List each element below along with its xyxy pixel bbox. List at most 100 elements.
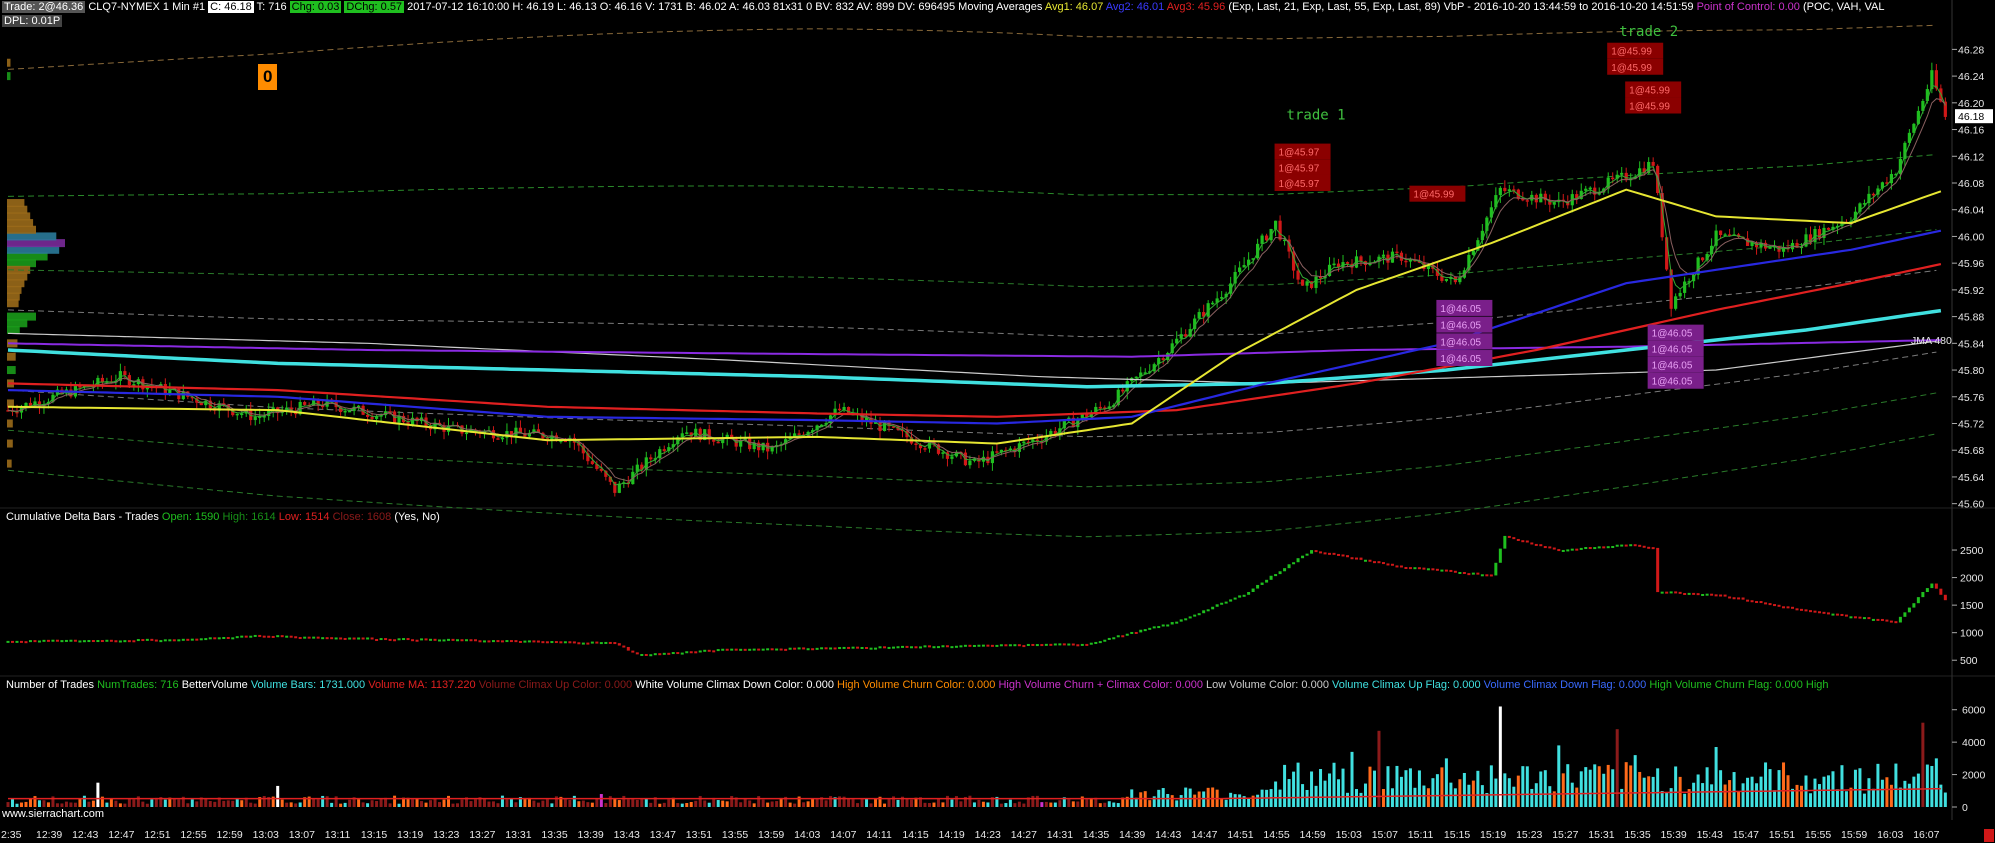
delta-bar-down — [1534, 543, 1538, 546]
delta-tick-label: 2000 — [1960, 573, 1984, 585]
delta-bar-down — [109, 639, 113, 642]
change-box: Chg: 0.03 — [289, 1, 342, 13]
volume-bar — [361, 802, 365, 807]
volume-bar — [163, 799, 167, 807]
candle-up — [1305, 281, 1309, 286]
candle-down — [366, 414, 370, 417]
delta-bar-up — [748, 648, 752, 651]
buy-order-marker: 1@46.05 — [1436, 299, 1493, 316]
delta-bar-down — [1040, 644, 1044, 647]
delta-bar-up — [869, 647, 873, 650]
volume-bar — [222, 800, 226, 807]
volume-bar — [1566, 764, 1570, 807]
delta-bar-down — [1741, 597, 1745, 600]
time-tick-label: 13:07 — [289, 829, 315, 841]
volume-pane[interactable] — [6, 706, 1947, 807]
volume-bar — [1826, 775, 1830, 807]
volume-bar — [847, 798, 851, 807]
volume-bar — [1615, 729, 1619, 807]
delta-bar-down — [1624, 544, 1628, 547]
delta-bar-down — [1017, 644, 1021, 647]
order-text: 1@45.97 — [1279, 179, 1320, 190]
delta-bar-up — [685, 651, 689, 654]
delta-bar-up — [1148, 627, 1152, 630]
volume-bar — [1319, 769, 1323, 807]
symbol-label: CLQ7-NYMEX 1 Min #1 — [88, 1, 206, 13]
delta-bar-down — [478, 640, 482, 643]
delta-bar-down — [1121, 635, 1125, 638]
volume-bar — [213, 801, 217, 807]
candle-up — [500, 437, 505, 440]
volume-bar — [366, 803, 370, 807]
time-tick-label: 14:31 — [1047, 829, 1073, 841]
candle-up — [1678, 292, 1682, 297]
delta-bar-down — [1737, 597, 1741, 600]
delta-bar-up — [159, 640, 163, 643]
volume-bar — [631, 799, 635, 807]
volume-bar — [1408, 768, 1412, 807]
time-tick-label: 14:07 — [830, 829, 856, 841]
volume-bar — [1611, 769, 1615, 807]
delta-bar-down — [990, 644, 994, 647]
delta-bar-down — [509, 640, 513, 643]
delta-bar-down — [415, 639, 419, 642]
volume-bar — [577, 801, 581, 807]
volume-bar — [986, 802, 990, 807]
chart-canvas[interactable]: JMA 480 trade 1 trade 2 1@45.97 1@45.97 1@45.… — [0, 0, 1995, 843]
volume-bar — [348, 799, 352, 807]
volume-bar — [123, 803, 127, 807]
delta-bar-down — [114, 640, 118, 643]
delta-bar-down — [1795, 608, 1799, 611]
delta-bar-down — [172, 639, 176, 642]
delta-bar-down — [945, 645, 949, 648]
delta-bar-up — [1301, 555, 1305, 559]
price-pane[interactable]: JMA 480 trade 1 trade 2 1@45.97 1@45.97 1@45.… — [6, 24, 1952, 538]
volume-bar — [460, 799, 464, 807]
delta-bar-up — [1143, 629, 1147, 632]
delta-pane[interactable] — [6, 535, 1947, 657]
delta-bar-up — [482, 640, 486, 643]
volume-bar — [1898, 787, 1902, 807]
candle-down — [590, 461, 594, 465]
price-tick-label: 45.76 — [1958, 392, 1984, 404]
candle-up — [950, 456, 954, 459]
candle-up — [941, 452, 945, 454]
delta-bar-down — [518, 640, 522, 643]
candle-down — [1296, 270, 1300, 280]
volume-bar — [141, 801, 145, 807]
volume-bar — [1561, 773, 1565, 807]
delta-bar-down — [19, 640, 23, 643]
delta-bar-up — [640, 653, 644, 656]
delta-bar-down — [1728, 596, 1732, 599]
delta-bar-up — [563, 641, 567, 644]
volume-bar — [87, 801, 91, 807]
price-tick-label: 46.24 — [1958, 71, 1984, 83]
price-tick-label: 46.20 — [1958, 98, 1984, 110]
volume-bar — [1570, 782, 1574, 807]
delta-bar-down — [1885, 619, 1889, 622]
delta-bar-down — [1341, 554, 1345, 557]
delta-bar-up — [1233, 597, 1237, 600]
volume-bar — [1395, 765, 1399, 807]
delta-bar-up — [1175, 621, 1179, 624]
delta-bar-up — [1498, 548, 1502, 563]
volume-bar — [1782, 762, 1786, 807]
delta-bar-up — [1494, 562, 1498, 576]
delta-bar-down — [1422, 567, 1426, 570]
candle-up — [464, 432, 469, 435]
delta-bar-down — [541, 641, 545, 644]
delta-bar-up — [1053, 643, 1057, 646]
volume-bar — [1287, 779, 1291, 807]
buy-order-marker: 1@46.05 — [1436, 316, 1493, 333]
order-text: 1@46.05 — [1440, 321, 1481, 332]
delta-bar-up — [447, 638, 451, 641]
volume-bar — [37, 800, 41, 807]
delta-bar-up — [105, 639, 109, 642]
volume-bar — [1022, 803, 1026, 807]
volume-profile-bar — [7, 439, 13, 448]
delta-bar-up — [438, 639, 442, 642]
volume-bar — [1795, 784, 1799, 807]
delta-bar-up — [37, 640, 41, 643]
delta-bar-up — [464, 639, 468, 642]
volume-profile-bar — [7, 366, 16, 375]
